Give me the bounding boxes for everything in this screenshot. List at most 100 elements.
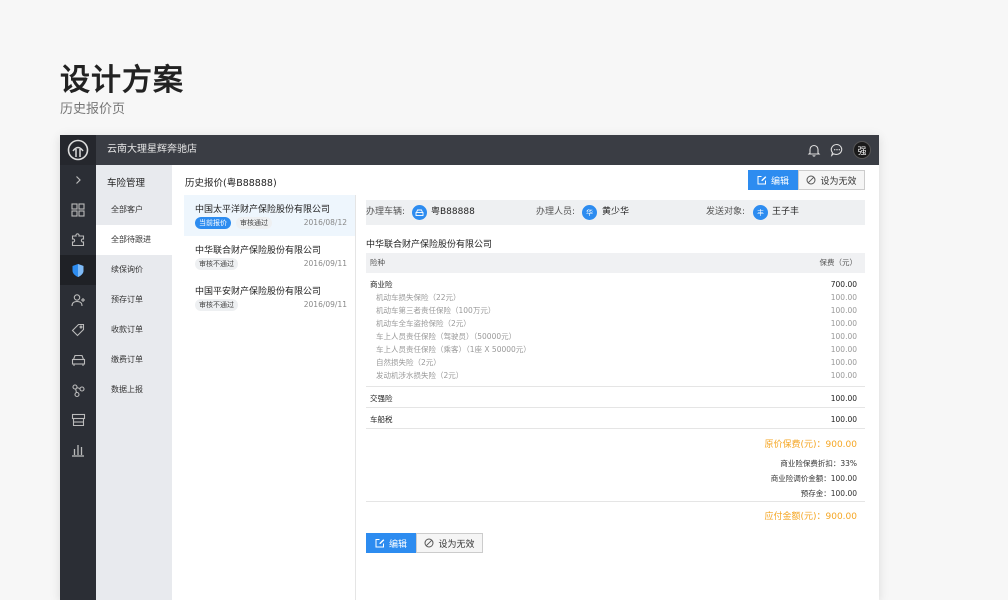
handler-value: 黄少华 — [602, 207, 630, 217]
quote-history-title: 历史报价(粤B88888) — [185, 178, 277, 189]
chevron-right-icon[interactable] — [60, 165, 96, 195]
bar-chart-icon[interactable] — [60, 435, 96, 465]
status-badge: 审核通过 — [236, 217, 272, 229]
row-name: 自然损失险（2元） — [376, 358, 441, 367]
table-row: 车船税 100.00 — [366, 413, 865, 426]
invalidate-button[interactable]: 设为无效 — [798, 170, 865, 190]
detail-invalidate-button-label: 设为无效 — [438, 539, 475, 550]
insurer-name: 中华联合财产保险股份有限公司 — [366, 240, 493, 250]
subnav-item-payment-received-orders[interactable]: 收款订单 — [96, 315, 172, 345]
deposit-value: 预存金：100.00 — [800, 489, 857, 498]
table-row: 机动车全车盗抢保险（2元） 100.00 — [366, 317, 865, 330]
list-item[interactable]: 中国太平洋财产保险股份有限公司 当前报价 审核通过 2016/08/12 — [184, 195, 355, 236]
store-name: 云南大理星辉奔驰店 — [107, 144, 197, 155]
quote-list: 中国太平洋财产保险股份有限公司 当前报价 审核通过 2016/08/12 中华联… — [184, 195, 356, 600]
table-row: 机动车损失保险（22元） 100.00 — [366, 291, 865, 304]
row-value: 100.00 — [830, 345, 857, 354]
status-badge: 审核不通过 — [195, 299, 238, 311]
subnav-item-renewal-inquiry[interactable]: 续保询价 — [96, 255, 172, 285]
list-item[interactable]: 中国平安财产保险股份有限公司 审核不通过 2016/09/11 — [184, 277, 355, 318]
ban-icon — [806, 175, 816, 185]
nodes-icon[interactable] — [60, 375, 96, 405]
divider — [366, 407, 865, 408]
row-value: 100.00 — [830, 371, 857, 380]
row-name: 发动机涉水损失险（2元） — [376, 371, 464, 380]
info-bar: 办理车辆: 粤B88888 办理人员: 华 黄少华 发送对象: 丰 王子丰 — [366, 200, 865, 225]
edit-button[interactable]: 编辑 — [748, 170, 798, 190]
list-item[interactable]: 中华联合财产保险股份有限公司 审核不通过 2016/09/11 — [184, 236, 355, 277]
sub-navigation: 车险管理 全部客户 全部待跟进 续保询价 预存订单 收款订单 缴费订单 数据上报 — [96, 165, 172, 600]
logo-icon — [60, 135, 96, 165]
row-name: 车船税 — [370, 415, 393, 424]
table-row: 自然损失险（2元） 100.00 — [366, 356, 865, 369]
row-value: 700.00 — [830, 280, 857, 289]
vehicle-value: 粤B88888 — [431, 207, 475, 217]
table-row: 车上人员责任保险（驾驶员）（50000元） 100.00 — [366, 330, 865, 343]
row-name: 机动车损失保险（22元） — [376, 293, 461, 302]
user-avatar[interactable]: 强 — [853, 141, 871, 159]
row-name: 车上人员责任保险（驾驶员）（50000元） — [376, 332, 517, 341]
row-name: 机动车第三者责任保险（100万元） — [376, 306, 496, 315]
detail-edit-button[interactable]: 编辑 — [366, 533, 416, 553]
quote-detail: 办理车辆: 粤B88888 办理人员: 华 黄少华 发送对象: 丰 王子丰 中华… — [366, 195, 865, 600]
subnav-item-all-customers[interactable]: 全部客户 — [96, 195, 172, 225]
status-badge: 当前报价 — [195, 217, 231, 229]
puzzle-icon[interactable] — [60, 225, 96, 255]
row-value: 100.00 — [830, 293, 857, 302]
grid-icon[interactable] — [60, 195, 96, 225]
table-row: 发动机涉水损失险（2元） 100.00 — [366, 369, 865, 382]
bell-icon[interactable] — [805, 141, 823, 159]
table-row: 交强险 100.00 — [366, 392, 865, 405]
subnav-item-payment-orders[interactable]: 缴费订单 — [96, 345, 172, 375]
quote-company: 中华联合财产保险股份有限公司 — [195, 246, 322, 256]
top-bar: 云南大理星辉奔驰店 强 — [60, 135, 879, 165]
car-badge-icon — [412, 205, 427, 220]
quote-company: 中国太平洋财产保险股份有限公司 — [195, 205, 331, 215]
store-icon[interactable] — [60, 405, 96, 435]
payable-total: 应付金额(元)：900.00 — [764, 512, 857, 522]
message-icon[interactable] — [828, 141, 846, 159]
page-title: 设计方案 — [60, 63, 184, 98]
row-name: 车上人员责任保险（乘客）（1座 X 50000元） — [376, 345, 531, 354]
row-value: 100.00 — [830, 394, 857, 403]
recipient-value: 王子丰 — [772, 207, 800, 217]
row-value: 100.00 — [830, 358, 857, 367]
shield-icon[interactable] — [60, 255, 96, 285]
discount-value: 商业险保费折扣：33% — [780, 459, 857, 468]
edit-icon — [375, 539, 385, 548]
divider — [366, 386, 865, 387]
detail-invalidate-button[interactable]: 设为无效 — [416, 533, 483, 553]
table-row: 商业险 700.00 — [366, 278, 865, 291]
handler-avatar: 华 — [582, 205, 597, 220]
row-name: 交强险 — [370, 394, 393, 403]
subnav-item-data-report[interactable]: 数据上报 — [96, 375, 172, 405]
quote-date: 2016/09/11 — [303, 300, 347, 309]
page-subtitle: 历史报价页 — [60, 102, 126, 117]
column-header-fee: 保费（元） — [819, 258, 858, 267]
quote-date: 2016/08/12 — [303, 218, 347, 227]
table-row: 机动车第三者责任保险（100万元） 100.00 — [366, 304, 865, 317]
car-icon[interactable] — [60, 345, 96, 375]
status-badge: 审核不通过 — [195, 258, 238, 270]
quote-company: 中国平安财产保险股份有限公司 — [195, 287, 322, 297]
tag-icon[interactable] — [60, 315, 96, 345]
list-price-total: 原价保费(元)：900.00 — [764, 440, 857, 450]
app-window: 云南大理星辉奔驰店 强 车险管理 全部客户 全部待跟进 续保询价 预存订单 收款… — [60, 135, 879, 600]
add-user-icon[interactable] — [60, 285, 96, 315]
table-header: 险种 保费（元） — [366, 253, 865, 273]
detail-edit-button-label: 编辑 — [388, 539, 407, 550]
handler-label: 办理人员: — [536, 207, 576, 217]
row-value: 100.00 — [830, 306, 857, 315]
table-row: 车上人员责任保险（乘客）（1座 X 50000元） 100.00 — [366, 343, 865, 356]
adjusted-value: 商业险调价金额：100.00 — [770, 474, 857, 483]
icon-sidebar — [60, 165, 96, 600]
edit-button-label: 编辑 — [770, 176, 789, 187]
subnav-item-deposit-orders[interactable]: 预存订单 — [96, 285, 172, 315]
subnav-item-all-follow-up[interactable]: 全部待跟进 — [96, 225, 172, 255]
quote-date: 2016/09/11 — [303, 259, 347, 268]
row-value: 100.00 — [830, 332, 857, 341]
row-value: 100.00 — [830, 319, 857, 328]
subnav-title: 车险管理 — [107, 178, 146, 189]
vehicle-label: 办理车辆: — [366, 207, 406, 217]
ban-icon — [424, 538, 434, 548]
